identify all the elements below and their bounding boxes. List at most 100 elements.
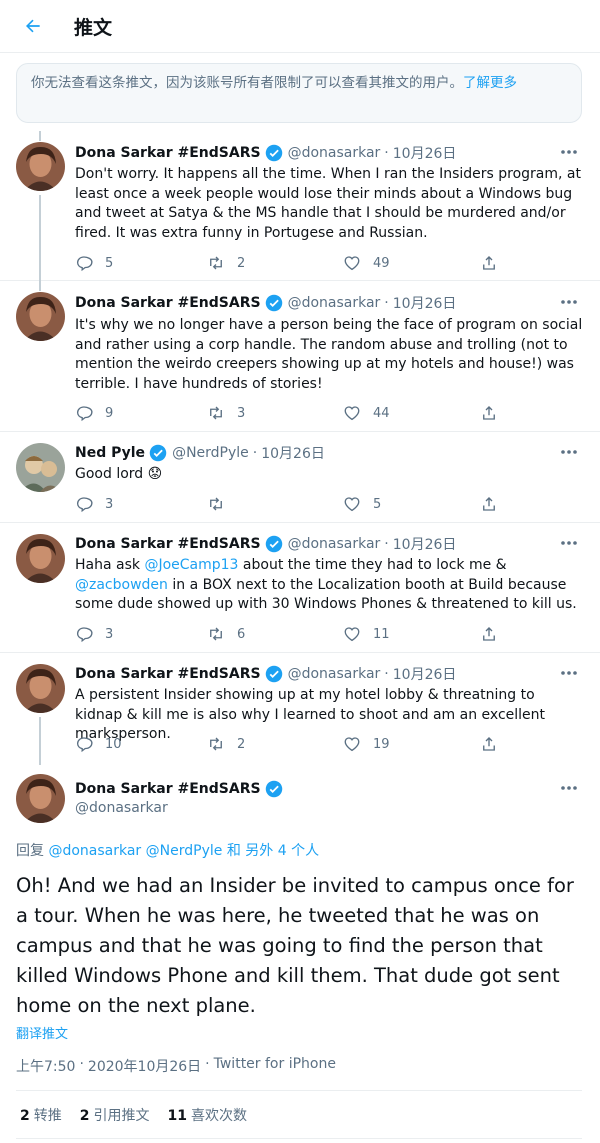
thread-line: [39, 717, 41, 765]
like-button[interactable]: 44: [343, 402, 390, 424]
retweet-icon: [210, 406, 222, 420]
like-button[interactable]: 49: [343, 252, 390, 274]
reply-button[interactable]: 9: [75, 402, 113, 424]
more-icon: [561, 541, 577, 545]
tweet-time[interactable]: 上午7:50: [16, 1056, 75, 1076]
thread-line: [39, 195, 41, 281]
retweet-button[interactable]: 2: [207, 733, 245, 755]
reply-button[interactable]: 10: [75, 733, 122, 755]
tweet-date[interactable]: 10月26日: [393, 664, 457, 684]
share-button[interactable]: [480, 252, 498, 274]
display-name[interactable]: Dona Sarkar #EndSARS: [75, 145, 261, 161]
tweet-timestamp: 上午7:50 · 2020年10月26日 · Twitter for iPhon…: [16, 1056, 336, 1076]
tweet[interactable]: Ned Pyle @NerdPyle · 10月26日 Good lord 😟 …: [0, 432, 600, 523]
learn-more-link[interactable]: 了解更多: [463, 75, 517, 91]
tweet[interactable]: Dona Sarkar #EndSARS @donasarkar · 10月26…: [0, 523, 600, 653]
tweet-text-part: Haha ask: [75, 557, 145, 573]
retweet-count: 6: [237, 626, 246, 642]
retweets-total: 2: [20, 1108, 30, 1124]
tweet[interactable]: Dona Sarkar #EndSARS @donasarkar · 10月26…: [0, 281, 600, 432]
like-button[interactable]: 19: [343, 733, 390, 755]
likes-label: 喜欢次数: [190, 1108, 247, 1124]
verified-badge-icon: [265, 665, 282, 683]
more-button[interactable]: [556, 534, 582, 552]
avatar-photo-icon: [16, 443, 65, 492]
handle[interactable]: @NerdPyle: [172, 445, 249, 461]
tweet-header: Dona Sarkar #EndSARS @donasarkar · 10月26…: [75, 664, 456, 684]
avatar[interactable]: [16, 443, 65, 492]
more-button[interactable]: [556, 779, 582, 797]
retweet-button[interactable]: 2: [207, 252, 245, 274]
retweets-stat[interactable]: 2 转推: [20, 1105, 62, 1125]
reply-count: 9: [105, 405, 114, 421]
reply-button[interactable]: 3: [75, 493, 113, 515]
more-button[interactable]: [556, 293, 582, 311]
display-name[interactable]: Ned Pyle: [75, 445, 145, 461]
share-icon: [483, 497, 495, 511]
avatar[interactable]: [16, 664, 65, 713]
tweet-date[interactable]: 10月26日: [393, 293, 457, 313]
separator: ·: [384, 666, 389, 682]
retweet-icon: [210, 627, 222, 641]
reply-count: 10: [105, 736, 122, 752]
translate-link[interactable]: 翻译推文: [16, 1023, 68, 1042]
back-button[interactable]: [18, 11, 48, 41]
reply-button[interactable]: 5: [75, 252, 113, 274]
quotes-stat[interactable]: 2 引用推文: [80, 1105, 150, 1125]
share-button[interactable]: [480, 402, 498, 424]
display-name[interactable]: Dona Sarkar #EndSARS: [75, 781, 261, 797]
more-button[interactable]: [556, 143, 582, 161]
worried-face-emoji: 😟: [147, 466, 163, 482]
like-button[interactable]: 5: [343, 493, 381, 515]
like-icon: [344, 497, 360, 512]
avatar[interactable]: [16, 142, 65, 191]
share-button[interactable]: [480, 623, 498, 645]
likes-stat[interactable]: 11 喜欢次数: [168, 1105, 247, 1125]
tweet-text: Good lord 😟: [75, 465, 585, 485]
separator: ·: [205, 1056, 210, 1072]
handle[interactable]: @donasarkar: [288, 666, 381, 682]
reply-button[interactable]: 3: [75, 623, 113, 645]
handle[interactable]: @donasarkar: [75, 800, 168, 816]
tweet[interactable]: Dona Sarkar #EndSARS @donasarkar · 10月26…: [0, 653, 600, 765]
share-icon: [483, 256, 495, 270]
restricted-notice: 你无法查看这条推文，因为该账号所有者限制了可以查看其推文的用户。了解更多: [16, 63, 582, 123]
share-button[interactable]: [480, 493, 498, 515]
handle[interactable]: @donasarkar: [288, 145, 381, 161]
avatar[interactable]: [16, 292, 65, 341]
tweet[interactable]: Dona Sarkar #EndSARS @donasarkar · 10月26…: [0, 131, 600, 281]
avatar[interactable]: [16, 774, 65, 823]
retweet-button[interactable]: [207, 493, 237, 515]
more-icon: [561, 671, 577, 675]
tweet-client[interactable]: Twitter for iPhone: [214, 1056, 336, 1076]
others-link[interactable]: 和 另外 4 个人: [227, 843, 319, 859]
handle[interactable]: @donasarkar: [288, 295, 381, 311]
more-icon: [561, 300, 577, 304]
retweet-button[interactable]: 3: [207, 402, 245, 424]
display-name[interactable]: Dona Sarkar #EndSARS: [75, 666, 261, 682]
avatar[interactable]: [16, 534, 65, 583]
share-button[interactable]: [480, 733, 498, 755]
more-button[interactable]: [556, 443, 582, 461]
tweet-date[interactable]: 10月26日: [393, 534, 457, 554]
like-icon: [344, 256, 360, 271]
mention-link[interactable]: @zacbowden: [75, 577, 168, 593]
like-button[interactable]: 11: [343, 623, 390, 645]
mention-link[interactable]: @NerdPyle: [146, 843, 223, 859]
mention-link[interactable]: @JoeCamp13: [144, 557, 238, 573]
display-name[interactable]: Dona Sarkar #EndSARS: [75, 295, 261, 311]
avatar-photo-icon: [16, 664, 65, 713]
handle[interactable]: @donasarkar: [288, 536, 381, 552]
more-button[interactable]: [556, 664, 582, 682]
separator: ·: [384, 295, 389, 311]
tweet-actions: 5 2 49: [75, 252, 505, 274]
like-count: 11: [373, 626, 390, 642]
tweet-date[interactable]: 10月26日: [261, 443, 325, 463]
tweet-date[interactable]: 10月26日: [393, 143, 457, 163]
reply-icon: [76, 627, 93, 643]
display-name[interactable]: Dona Sarkar #EndSARS: [75, 536, 261, 552]
reply-icon: [76, 497, 93, 513]
mention-link[interactable]: @donasarkar: [48, 843, 141, 859]
tweet-full-date[interactable]: 2020年10月26日: [88, 1056, 201, 1076]
retweet-button[interactable]: 6: [207, 623, 245, 645]
